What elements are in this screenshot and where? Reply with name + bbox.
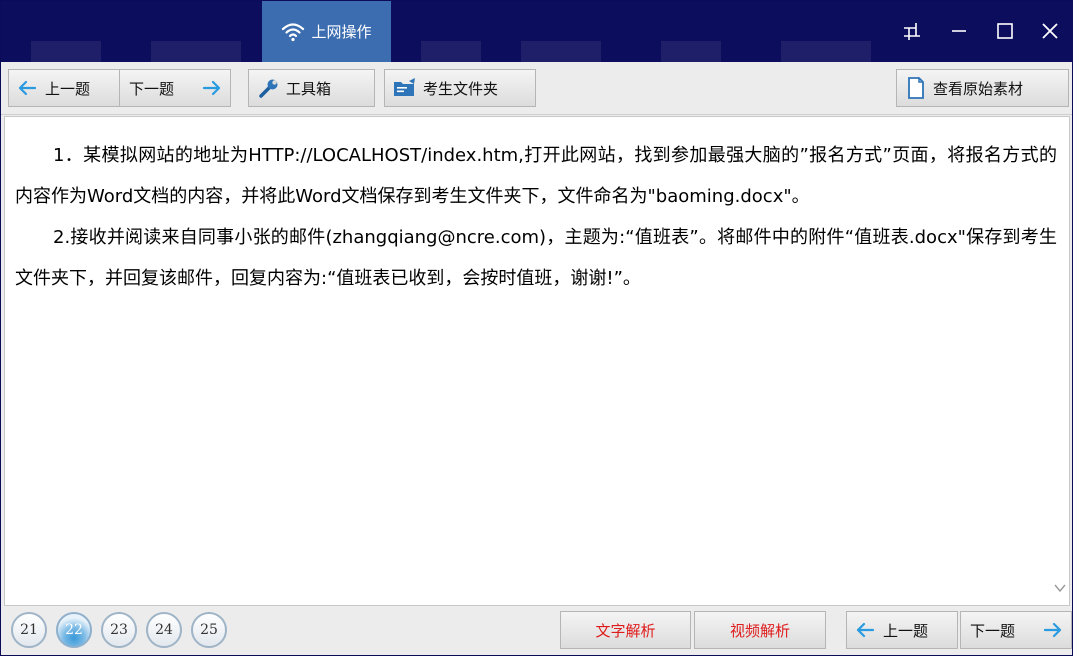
titlebar-decoration [661,41,721,62]
footer-prev-question-button[interactable]: 上一题 [846,611,958,649]
tab-internet-operation[interactable]: 上网操作 [262,1,391,62]
question-text-2: 2.接收并阅读来自同事小张的邮件(zhangqiang@ncre.com)，主题… [15,227,1057,289]
view-source-material-button[interactable]: 查看原始素材 [896,69,1069,107]
text-analysis-label: 文字解析 [595,621,656,640]
folder-icon [393,78,417,98]
question-text-1: 1．某模拟网站的地址为HTTP://LOCALHOST/index.htm,打开… [15,145,1057,207]
arrow-right-icon [202,80,222,96]
arrow-left-icon [855,622,875,638]
question-number-label: 22 [65,622,83,638]
question-number-22[interactable]: 22 [56,612,92,648]
question-number-25[interactable]: 25 [191,612,227,648]
wifi-icon [281,22,305,42]
titlebar-decoration [521,41,601,62]
maximize-icon [996,22,1014,44]
document-icon [907,77,925,99]
question-content: 1．某模拟网站的地址为HTTP://LOCALHOST/index.htm,打开… [4,116,1070,606]
titlebar-decoration [151,41,241,62]
scroll-down-arrow[interactable] [1053,581,1067,595]
minimize-icon [950,22,968,44]
close-button[interactable] [1036,19,1064,47]
next-question-button[interactable]: 下一题 [119,69,231,107]
toolbar: 上一题 下一题 工具箱 考生文件夹 查看原始素材 [1,62,1072,115]
question-number-label: 21 [20,622,38,638]
prev-question-button[interactable]: 上一题 [8,69,120,107]
titlebar-decoration [31,41,101,62]
toolbox-button[interactable]: 工具箱 [248,69,375,107]
toolbox-label: 工具箱 [286,79,332,98]
video-analysis-button[interactable]: 视频解析 [694,611,826,649]
titlebar-decoration [421,41,481,62]
question-number-label: 23 [110,622,128,638]
candidate-folder-label: 考生文件夹 [423,79,499,98]
footer-bar: 21 22 23 24 25 文字解析 视频解析 上一题 下一题 [1,606,1072,655]
question-item-2: 2.接收并阅读来自同事小张的邮件(zhangqiang@ncre.com)，主题… [5,217,1069,299]
tab-label: 上网操作 [311,23,372,41]
question-number-label: 25 [200,622,218,638]
view-source-material-label: 查看原始素材 [933,79,1024,98]
candidate-folder-button[interactable]: 考生文件夹 [384,69,536,107]
arrow-right-icon [1043,622,1063,638]
restore-button[interactable] [898,19,926,47]
close-icon [1041,22,1059,44]
wrench-icon [258,77,280,99]
title-bar: 上网操作 [1,1,1073,62]
question-item-1: 1．某模拟网站的地址为HTTP://LOCALHOST/index.htm,打开… [5,135,1069,217]
video-analysis-label: 视频解析 [729,621,790,640]
next-question-label: 下一题 [129,79,175,98]
question-number-label: 24 [155,622,173,638]
question-number-23[interactable]: 23 [101,612,137,648]
footer-prev-question-label: 上一题 [883,621,929,640]
minimize-button[interactable] [945,19,973,47]
footer-next-question-button[interactable]: 下一题 [960,611,1072,649]
arrow-left-icon [17,80,37,96]
restore-icon [901,20,923,46]
titlebar-decoration [781,41,871,62]
question-number-21[interactable]: 21 [11,612,47,648]
maximize-button[interactable] [991,19,1019,47]
text-analysis-button[interactable]: 文字解析 [560,611,691,649]
question-number-24[interactable]: 24 [146,612,182,648]
footer-next-question-label: 下一题 [970,621,1016,640]
prev-question-label: 上一题 [45,79,91,98]
exam-window: 上网操作 上一题 下一题 工具箱 考生文件夹 查看原始素材 1．某模拟网站的地址… [0,0,1073,656]
